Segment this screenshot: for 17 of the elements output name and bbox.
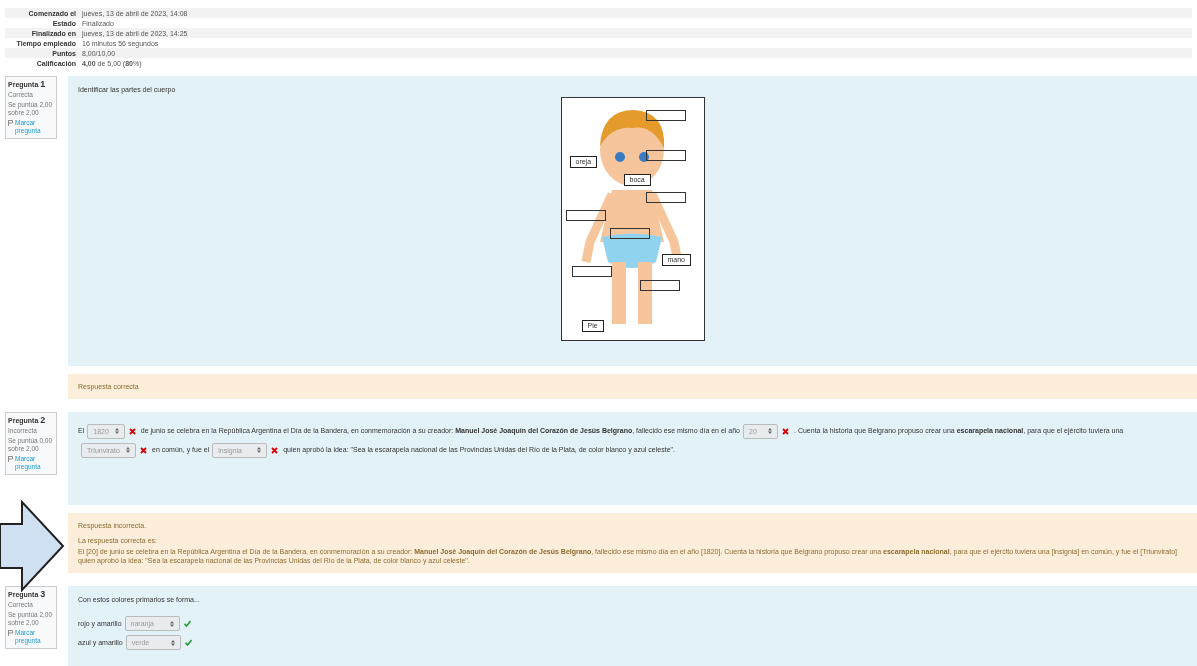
caret-icon [169, 620, 174, 627]
drop-zone[interactable] [645, 192, 686, 203]
flag-icon [8, 630, 13, 636]
caret-icon [126, 447, 130, 454]
drop-zone[interactable] [645, 150, 686, 161]
caret-icon [114, 428, 119, 435]
caret-icon [257, 447, 262, 454]
arrow-icon [0, 500, 65, 592]
drop-zone[interactable] [571, 266, 612, 277]
caret-icon [170, 639, 175, 646]
flag-icon [8, 120, 13, 126]
flag-icon [8, 456, 13, 462]
drop-zone[interactable] [645, 110, 686, 121]
drop-zone[interactable] [609, 228, 650, 239]
drop-zone[interactable] [639, 280, 680, 291]
drop-zone[interactable] [565, 210, 606, 221]
caret-icon [768, 428, 773, 435]
